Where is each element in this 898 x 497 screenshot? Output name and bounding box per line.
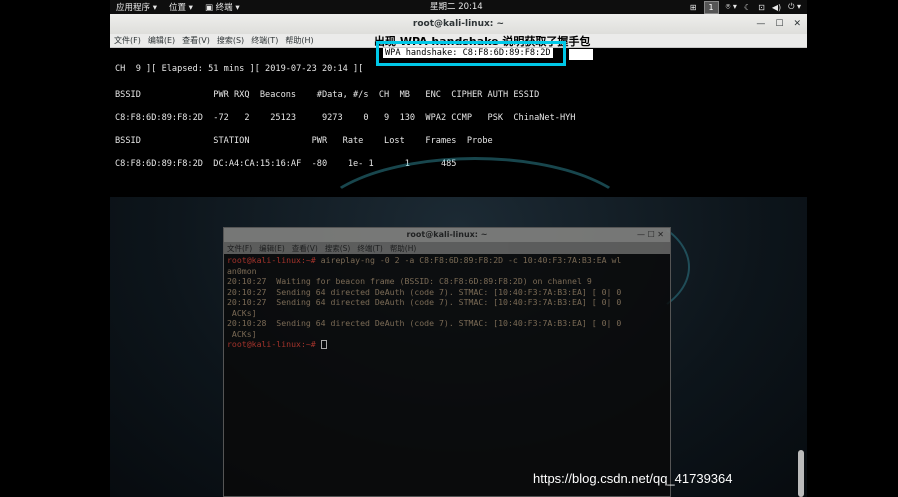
night-light-icon[interactable]: ☾	[744, 3, 751, 12]
background-menubar: 文件(F) 编辑(E) 查看(V) 搜索(S) 终端(T) 帮助(H)	[224, 242, 670, 254]
background-terminal-window[interactable]: root@kali-linux: ~ — ☐ ✕ 文件(F) 编辑(E) 查看(…	[223, 227, 671, 497]
menu-edit[interactable]: 编辑(E)	[148, 35, 175, 46]
aireplay-command: aireplay-ng -0 2 -a C8:F8:6D:89:F8:2D -c…	[315, 255, 622, 265]
selection-highlight	[569, 49, 593, 60]
log-line: 20:10:28 Sending 64 directed DeAuth (cod…	[227, 318, 622, 328]
workspace-indicator[interactable]: 1	[703, 0, 719, 14]
close-icon[interactable]: ✕	[793, 14, 801, 34]
log-line: 20:10:27 Sending 64 directed DeAuth (cod…	[227, 286, 622, 297]
menu-help[interactable]: 帮助(H)	[285, 35, 313, 46]
terminal-app-menu[interactable]: ▣ 终端 ▾	[205, 1, 240, 13]
shell-prompt: root@kali-linux:~#	[227, 339, 316, 349]
background-terminal-output[interactable]: root@kali-linux:~# aireplay-ng -0 2 -a C…	[227, 255, 621, 350]
power-icon[interactable]: ⏻ ▾	[788, 2, 801, 12]
command-wrap: an0mon	[227, 265, 257, 276]
desktop-background: root@kali-linux: ~ — ☐ ✕ 文件(F) 编辑(E) 查看(…	[110, 157, 807, 497]
bg-menu-edit[interactable]: 编辑(E)	[259, 243, 285, 254]
menu-search[interactable]: 搜索(S)	[217, 35, 244, 46]
text-cursor	[320, 340, 327, 349]
background-window-controls[interactable]: — ☐ ✕	[637, 228, 664, 242]
bg-menu-terminal[interactable]: 终端(T)	[357, 243, 382, 254]
menu-terminal[interactable]: 终端(T)	[251, 35, 278, 46]
places-menu[interactable]: 位置 ▾	[169, 1, 193, 13]
menu-view[interactable]: 查看(V)	[182, 35, 210, 46]
status-line: CH 9 ][ Elapsed: 51 mins ][ 2019-07-23 2…	[115, 64, 364, 74]
bg-menu-view[interactable]: 查看(V)	[292, 243, 318, 254]
applications-menu[interactable]: 应用程序 ▾	[116, 1, 157, 13]
ap-table-header: BSSID PWR RXQ Beacons #Data, #/s CH MB E…	[115, 90, 540, 100]
window-title: root@kali-linux: ~	[412, 19, 505, 29]
menu-file[interactable]: 文件(F)	[114, 35, 141, 46]
background-window-titlebar[interactable]: root@kali-linux: ~ — ☐ ✕	[224, 228, 670, 242]
log-line-wrap: ACKs]	[227, 328, 257, 339]
system-tray: ⊞ 1 ⍟ ▾ ☾ ⊡ ◀) ⏻ ▾	[690, 0, 801, 14]
desktop-screen: 应用程序 ▾ 位置 ▾ ▣ 终端 ▾ 星期二 20:14 ⊞ 1 ⍟ ▾ ☾ ⊡…	[110, 0, 807, 497]
minimize-icon[interactable]: —	[756, 14, 765, 34]
shell-prompt: root@kali-linux:~#	[227, 255, 316, 265]
bg-menu-search[interactable]: 搜索(S)	[325, 243, 351, 254]
accessibility-icon[interactable]: ⍟ ▾	[726, 2, 737, 12]
scrollbar[interactable]	[798, 450, 804, 497]
background-window-title: root@kali-linux: ~	[406, 230, 488, 239]
clock[interactable]: 星期二 20:14	[430, 0, 483, 14]
bg-menu-file[interactable]: 文件(F)	[227, 243, 252, 254]
top-panel: 应用程序 ▾ 位置 ▾ ▣ 终端 ▾ 星期二 20:14 ⊞ 1 ⍟ ▾ ☾ ⊡…	[110, 0, 807, 14]
screen-icon[interactable]: ⊞	[690, 3, 697, 12]
log-line-wrap: ACKs]	[227, 307, 257, 318]
log-line: 20:10:27 Sending 64 directed DeAuth (cod…	[227, 297, 622, 307]
station-table-header: BSSID STATION PWR Rate Lost Frames Probe	[115, 136, 493, 146]
log-line: 20:10:27 Waiting for beacon frame (BSSID…	[227, 276, 592, 286]
bg-menu-help[interactable]: 帮助(H)	[390, 243, 417, 254]
ap-table-row: C8:F8:6D:89:F8:2D -72 2 25123 9273 0 9 1…	[115, 113, 576, 123]
handshake-highlight-box	[376, 41, 566, 66]
volume-icon[interactable]: ◀)	[772, 3, 781, 12]
window-titlebar[interactable]: root@kali-linux: ~ — ☐ ✕	[110, 14, 807, 34]
maximize-icon[interactable]: ☐	[775, 14, 783, 34]
watermark-url: https://blog.csdn.net/qq_41739364	[533, 471, 733, 486]
network-icon[interactable]: ⊡	[758, 3, 765, 12]
